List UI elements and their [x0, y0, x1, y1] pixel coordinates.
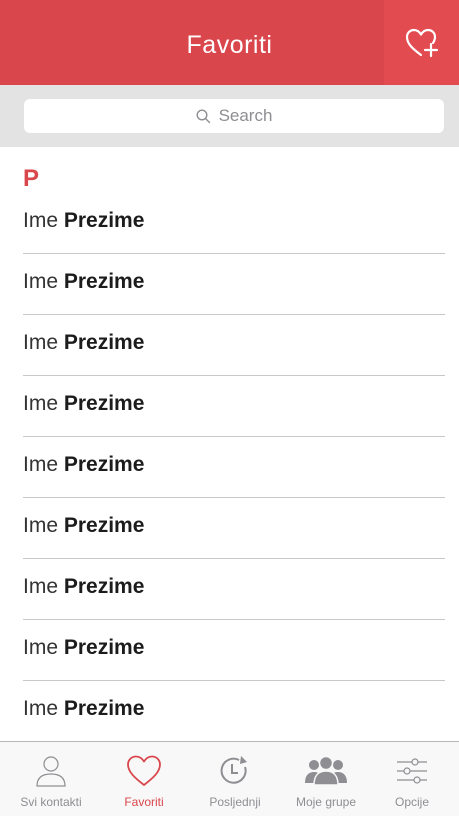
contact-last-name: Prezime: [63, 636, 145, 659]
group-icon: [305, 755, 347, 786]
list-item[interactable]: Ime Prezime: [23, 191, 445, 252]
nav-header: Favoriti: [0, 0, 459, 85]
tab-favorites[interactable]: Favoriti: [98, 742, 190, 816]
tab-label: Favoriti: [124, 795, 164, 809]
contact-first-name: Ime: [23, 392, 59, 415]
list-item[interactable]: Ime Prezime: [23, 313, 445, 374]
history-icon: [220, 756, 247, 784]
contact-last-name: Prezime: [63, 453, 145, 476]
heart-plus-icon: [405, 28, 438, 57]
contact-list: P Ime Prezime Ime Prezime Ime Prezime Im…: [0, 147, 459, 741]
contact-last-name: Prezime: [63, 331, 145, 354]
contact-last-name: Prezime: [63, 392, 145, 415]
list-item[interactable]: Ime Prezime: [23, 496, 445, 557]
contact-last-name: Prezime: [63, 514, 145, 537]
search-input[interactable]: Search: [24, 99, 444, 133]
list-item[interactable]: Ime Prezime: [23, 679, 445, 740]
search-icon: [196, 108, 210, 123]
heart-icon: [127, 755, 161, 786]
tab-options[interactable]: Opcije: [366, 742, 458, 816]
section-header: P: [23, 165, 40, 192]
list-item[interactable]: Ime Prezime: [23, 435, 445, 496]
contact-first-name: Ime: [23, 575, 59, 598]
contact-first-name: Ime: [23, 331, 59, 354]
list-item[interactable]: Ime Prezime: [23, 618, 445, 679]
search-bar: Search: [0, 85, 459, 147]
contact-first-name: Ime: [23, 514, 59, 537]
contact-last-name: Prezime: [63, 209, 145, 232]
tab-recent[interactable]: Posljednji: [189, 742, 281, 816]
contact-first-name: Ime: [23, 636, 59, 659]
contact-first-name: Ime: [23, 209, 59, 232]
tab-label: Posljednji: [209, 795, 261, 809]
person-icon: [36, 756, 66, 787]
contact-first-name: Ime: [23, 697, 59, 720]
add-favorite-button[interactable]: [384, 0, 459, 85]
sliders-icon: [397, 758, 427, 784]
list-item[interactable]: Ime Prezime: [23, 557, 445, 618]
list-item[interactable]: Ime Prezime: [23, 374, 445, 435]
tab-all-contacts[interactable]: Svi kontakti: [5, 742, 97, 816]
tab-label: Opcije: [394, 795, 429, 809]
contact-last-name: Prezime: [63, 575, 145, 598]
contact-first-name: Ime: [23, 453, 59, 476]
contact-last-name: Prezime: [63, 270, 145, 293]
list-item[interactable]: Ime Prezime: [23, 252, 445, 313]
tab-my-groups[interactable]: Moje grupe: [280, 742, 372, 816]
tab-label: Svi kontakti: [20, 795, 82, 809]
search-placeholder: Search: [218, 106, 273, 125]
tab-bar: Svi kontakti Favoriti Posljednji Moje gr…: [0, 741, 459, 816]
contact-last-name: Prezime: [63, 697, 145, 720]
tab-label: Moje grupe: [295, 795, 357, 809]
contact-first-name: Ime: [23, 270, 59, 293]
